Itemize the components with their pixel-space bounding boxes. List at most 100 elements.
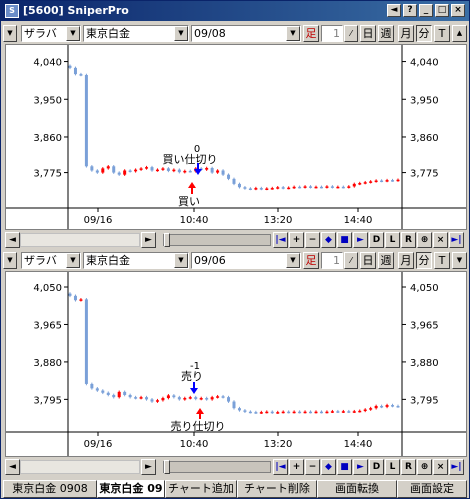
candle-body — [319, 186, 323, 189]
panel2-mode-select[interactable]: ザラバ ▼ — [21, 252, 81, 269]
r-button[interactable]: R — [401, 459, 416, 475]
panel2-nav: ◄ ► |◄ + − ◆ ■ ► D L R ⊕ × ►| — [3, 459, 469, 476]
panel1-hscroll-track[interactable] — [20, 233, 140, 247]
panel1-toolbar: ▼ ザラバ ▼ 東京白金 ▼ 09/08 ▼ 足 1 ⁄ 日 週 月 分 T ▲ — [3, 23, 469, 43]
play-icon[interactable]: ► — [353, 459, 368, 475]
panel2-market-value: 東京白金 — [86, 254, 130, 267]
move-icon[interactable]: ◆ — [321, 459, 336, 475]
y-tick-label-right: 3,965 — [410, 320, 439, 331]
first-icon[interactable]: |◄ — [273, 232, 288, 248]
panel1-month-button[interactable]: 月 — [398, 25, 414, 42]
candle-body — [166, 168, 170, 171]
panel2-dropdown-icon[interactable]: ▼ — [3, 252, 17, 269]
candle-body — [363, 409, 367, 411]
scroll-left-icon[interactable]: ◄ — [5, 459, 20, 475]
stop-icon[interactable]: ■ — [337, 459, 352, 475]
add-chart-button[interactable]: チャート追加 — [165, 480, 237, 498]
magnify-icon[interactable]: ⊕ — [417, 232, 432, 248]
y-tick-label-left: 4,040 — [33, 58, 62, 69]
candle-body — [150, 167, 154, 171]
stop-icon[interactable]: ■ — [337, 232, 352, 248]
panel2-spin-icon[interactable]: ⁄ — [344, 252, 358, 269]
d-button[interactable]: D — [369, 459, 384, 475]
panel2-zoom-slider[interactable] — [163, 460, 271, 474]
panel2-ashi-button[interactable]: 足 — [303, 252, 319, 269]
last-icon[interactable]: ►| — [449, 232, 464, 248]
close-button[interactable]: × — [451, 4, 465, 17]
last-icon[interactable]: ►| — [449, 459, 464, 475]
candle-body — [210, 167, 214, 173]
back-icon[interactable]: ◄ — [387, 4, 401, 17]
candle-body — [188, 170, 192, 173]
panel1-t-button[interactable]: T — [434, 25, 450, 42]
candle-body — [112, 394, 116, 398]
panel1-dropdown-icon[interactable]: ▼ — [3, 25, 17, 42]
y-tick-label-right: 4,050 — [410, 283, 439, 294]
delete-chart-button[interactable]: チャート削除 — [237, 480, 317, 498]
close-chart-icon[interactable]: × — [433, 232, 448, 248]
candle-body — [254, 188, 258, 190]
panel2-day-button[interactable]: 日 — [360, 252, 376, 269]
panel1-month-select[interactable]: 09/08 ▼ — [191, 25, 301, 42]
l-button[interactable]: L — [385, 232, 400, 248]
panel2-month-button[interactable]: 月 — [398, 252, 414, 269]
move-icon[interactable]: ◆ — [321, 232, 336, 248]
exit-label: 買い仕切り — [163, 153, 218, 166]
y-tick-label-left: 3,775 — [33, 169, 62, 180]
panel2-t-button[interactable]: T — [434, 252, 450, 269]
panel2-week-button[interactable]: 週 — [378, 252, 394, 269]
panel1-ashi-button[interactable]: 足 — [303, 25, 319, 42]
close-chart-icon[interactable]: × — [433, 459, 448, 475]
maximize-button[interactable]: □ — [435, 4, 449, 17]
x-tick-label: 09/16 — [84, 215, 113, 226]
panel2-collapse-icon[interactable]: ▼ — [452, 252, 467, 269]
panel1-minute-button[interactable]: 分 — [416, 25, 432, 42]
panel1-market-select[interactable]: 東京白金 ▼ — [83, 25, 189, 42]
first-icon[interactable]: |◄ — [273, 459, 288, 475]
candle-body — [336, 411, 340, 413]
chevron-down-icon: ▼ — [286, 26, 300, 41]
scroll-right-icon[interactable]: ► — [141, 232, 156, 248]
slider-thumb[interactable] — [164, 233, 170, 247]
panel1-market-value: 東京白金 — [86, 27, 130, 40]
panel2-chart[interactable]: 4,050 4,050 3,965 3,965 3,880 3,880 3,795 3,795… — [5, 271, 467, 457]
panel1-spin-icon[interactable]: ⁄ — [344, 25, 358, 42]
panel1-collapse-icon[interactable]: ▲ — [452, 25, 467, 42]
scroll-left-icon[interactable]: ◄ — [5, 232, 20, 248]
panel2-market-select[interactable]: 東京白金 ▼ — [83, 252, 189, 269]
switch-screen-button[interactable]: 画面転換 — [317, 480, 397, 498]
panel1-mode-select[interactable]: ザラバ ▼ — [21, 25, 81, 42]
zoom-out-icon[interactable]: − — [305, 459, 320, 475]
help-button[interactable]: ? — [403, 4, 417, 17]
panel2-hscroll-track[interactable] — [20, 460, 140, 474]
tab-chart-0908[interactable]: 東京白金 0908 — [3, 480, 97, 498]
panel1-period-input[interactable]: 1 — [321, 25, 343, 42]
panel1-zoom-slider[interactable] — [163, 233, 271, 247]
panel2-period-input[interactable]: 1 — [321, 252, 343, 269]
panel1-day-button[interactable]: 日 — [360, 25, 376, 42]
candle-body — [221, 396, 225, 398]
panel1-chart[interactable]: 4,040 4,040 3,950 3,950 3,860 3,860 3,775 3,775… — [5, 44, 467, 230]
panel2-month-select[interactable]: 09/06 ▼ — [191, 252, 301, 269]
zoom-in-icon[interactable]: + — [289, 232, 304, 248]
candle-body — [188, 397, 192, 399]
panel2-minute-button[interactable]: 分 — [416, 252, 432, 269]
magnify-icon[interactable]: ⊕ — [417, 459, 432, 475]
l-button[interactable]: L — [385, 459, 400, 475]
r-button[interactable]: R — [401, 232, 416, 248]
x-tick-label: 14:40 — [344, 439, 373, 450]
zoom-out-icon[interactable]: − — [305, 232, 320, 248]
candle-body — [68, 293, 72, 296]
y-tick-label-right: 3,795 — [410, 395, 439, 406]
minimize-button[interactable]: _ — [419, 4, 433, 17]
zoom-in-icon[interactable]: + — [289, 459, 304, 475]
candle-body — [358, 183, 362, 185]
tab-chart-09[interactable]: 東京白金 09 — [97, 480, 165, 498]
screen-settings-button[interactable]: 画面設定 — [397, 480, 467, 498]
slider-thumb[interactable] — [164, 460, 170, 474]
panel1-week-button[interactable]: 週 — [378, 25, 394, 42]
scroll-right-icon[interactable]: ► — [141, 459, 156, 475]
y-tick-label-right: 3,950 — [410, 95, 439, 106]
play-icon[interactable]: ► — [353, 232, 368, 248]
d-button[interactable]: D — [369, 232, 384, 248]
